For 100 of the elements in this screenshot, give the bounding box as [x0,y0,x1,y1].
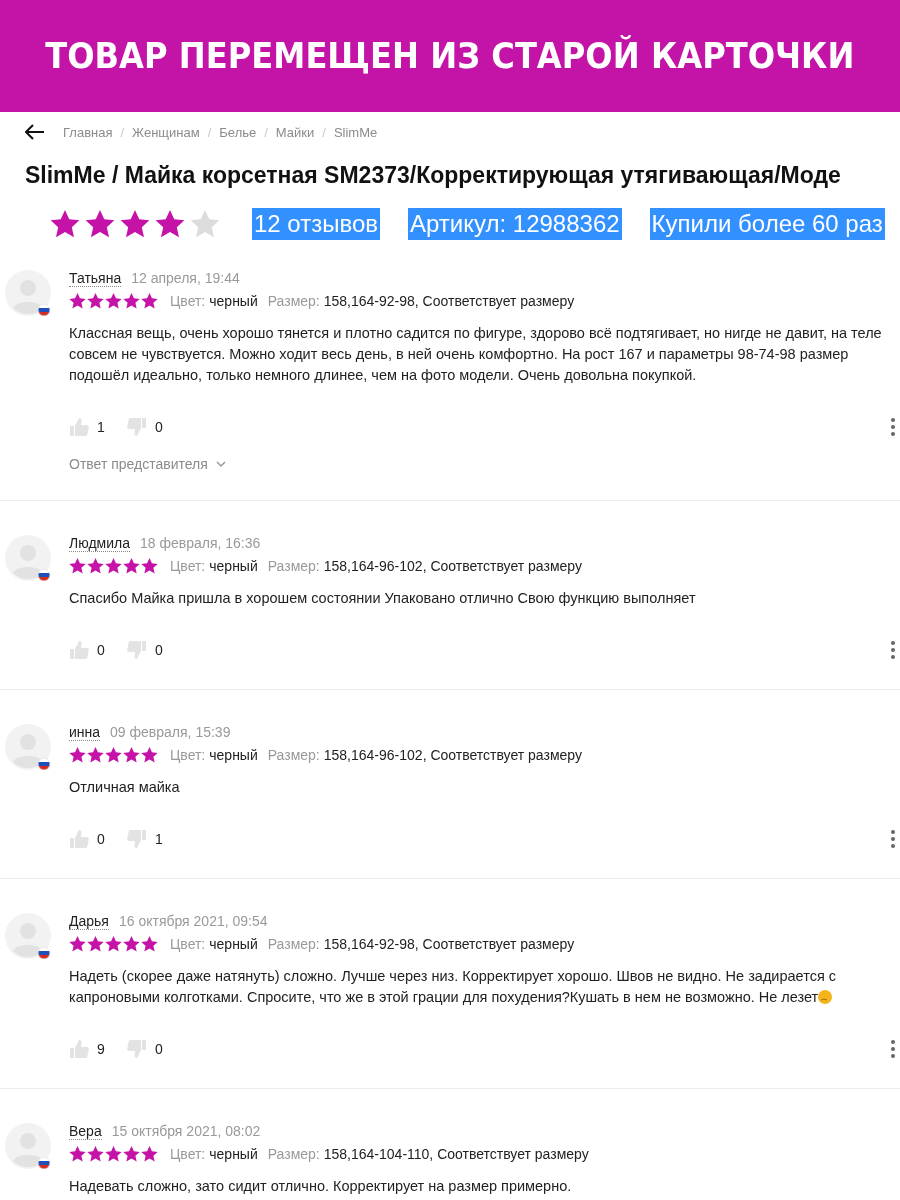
author-name[interactable]: инна [69,724,101,741]
size-label: Размер: [267,1146,320,1162]
review-text: Надеть (скорее даже натянуть) сложно. Лучше через низ. Корректирует хорошо. Швов не видно. Не задирается с капроновыми колготками. Спросите, что же в этой грации для похудения?Кушать в нем не возможно. Не лезет [69,968,837,1005]
size-label: Размер: [267,293,320,309]
thumbs-up-icon[interactable] [69,1039,89,1059]
star-icon [69,558,86,574]
size-label: Размер: [267,558,320,574]
author-name[interactable]: Вера [69,1123,102,1140]
banner-title: ТОВАР ПЕРЕМЕЩЕН ИЗ СТАРОЙ КАРТОЧКИ [45,36,855,76]
more-icon[interactable] [890,1039,896,1059]
review-date: 12 апреля, 19:44 [131,270,240,286]
breadcrumb-link[interactable]: Главная [63,124,113,140]
star-icon [123,558,140,574]
star-icon [123,293,140,309]
star-icon [69,1146,86,1162]
selected-text: 12 отзывов [252,208,380,240]
star-icon [105,936,122,952]
flag-icon [38,947,50,959]
size-value: 158,164-96-102, Соответствует размеру [323,558,582,574]
breadcrumb-link[interactable]: SlimMe [333,124,378,140]
thumbs-down-icon[interactable] [127,640,147,660]
chevron-down-icon [215,460,226,468]
color-value: черный [209,293,258,309]
star-icon [120,210,150,238]
review-date: 09 февраля, 15:39 [110,724,231,740]
size-value: 158,164-104-110, Соответствует размеру [323,1146,589,1162]
star-icon [141,1146,158,1162]
star-icon [87,1146,104,1162]
review-text: Отличная майка [69,779,180,795]
color-label: Цвет: [170,747,206,763]
color-value: черный [209,558,258,574]
more-icon[interactable] [890,829,896,849]
star-icon [105,1146,122,1162]
breadcrumb-separator: / [120,124,125,140]
star-icon [69,747,86,763]
star-icon [105,747,122,763]
avatar-icon [5,724,51,770]
breadcrumb-separator: / [207,124,212,140]
color-value: черный [209,747,258,763]
star-icon [69,936,86,952]
dislike-count: 1 [155,831,164,847]
star-icon [141,747,158,763]
like-count: 9 [97,1041,106,1057]
review-date: 16 октября 2021, 09:54 [118,913,268,929]
star-icon [87,747,104,763]
thumbs-down-icon[interactable] [127,829,147,849]
size-label: Размер: [267,936,320,952]
flag-icon [38,304,50,316]
size-value: 158,164-92-98, Соответствует размеру [323,936,575,952]
more-icon[interactable] [890,640,896,660]
color-label: Цвет: [170,936,206,952]
thumbs-up-icon[interactable] [69,417,89,437]
author-name[interactable]: Дарья [69,913,109,930]
star-icon [87,936,104,952]
emoji-icon [818,990,833,1004]
flag-icon [38,569,50,581]
star-icon [123,747,140,763]
breadcrumb-link[interactable]: Женщинам [132,124,200,140]
more-icon[interactable] [890,417,896,437]
review-date: 18 февраля, 16:36 [139,535,261,551]
dislike-count: 0 [155,419,164,435]
star-icon [50,210,80,238]
representative-reply-toggle[interactable]: Ответ представителя [69,456,226,472]
size-value: 158,164-96-102, Соответствует размеру [323,747,582,763]
star-icon [87,293,104,309]
review-date: 15 октября 2021, 08:02 [111,1123,261,1139]
size-value: 158,164-92-98, Соответствует размеру [323,293,575,309]
thumbs-down-icon[interactable] [127,417,147,437]
size-label: Размер: [267,747,320,763]
flag-icon [38,1157,50,1169]
flag-icon [38,758,50,770]
color-value: черный [209,1146,258,1162]
breadcrumb-link[interactable]: Майки [275,124,315,140]
review-text: Классная вещь, очень хорошо тянется и плотно садится по фигуре, здорово всё подтягивает, но нигде не давит, на теле совсем не чувствуется. Можно ходит весь день, в ней очень комфортно. На рост 167 и параметры 98-74-98 размер подошёл идеально, только немного длинее, чем на фото модели. Очень довольна покупкой. [69,325,882,383]
author-name[interactable]: Татьяна [69,270,122,287]
star-icon [190,210,220,238]
color-label: Цвет: [170,1146,206,1162]
star-icon [85,210,115,238]
avatar-icon [5,270,51,316]
star-icon [123,936,140,952]
selected-text: Купили более 60 раз [649,208,885,240]
star-icon [123,1146,140,1162]
like-count: 0 [97,642,106,658]
thumbs-up-icon[interactable] [69,829,89,849]
breadcrumb-separator: / [264,124,268,140]
star-icon [105,558,122,574]
breadcrumb-link[interactable]: Белье [219,124,257,140]
back-arrow-icon[interactable] [25,124,45,140]
star-icon [105,293,122,309]
author-name[interactable]: Людмила [69,535,130,552]
star-icon [87,558,104,574]
star-icon [155,210,185,238]
star-icon [141,936,158,952]
color-value: черный [209,936,258,952]
thumbs-down-icon[interactable] [127,1039,147,1059]
avatar-icon [5,1123,51,1169]
review-text: Спасибо Майка пришла в хорошем состоянии Упаковано отлично Свою функцию выполняет [69,590,696,606]
thumbs-up-icon[interactable] [69,640,89,660]
selected-text: Артикул: 12988362 [408,208,622,240]
star-icon [69,293,86,309]
